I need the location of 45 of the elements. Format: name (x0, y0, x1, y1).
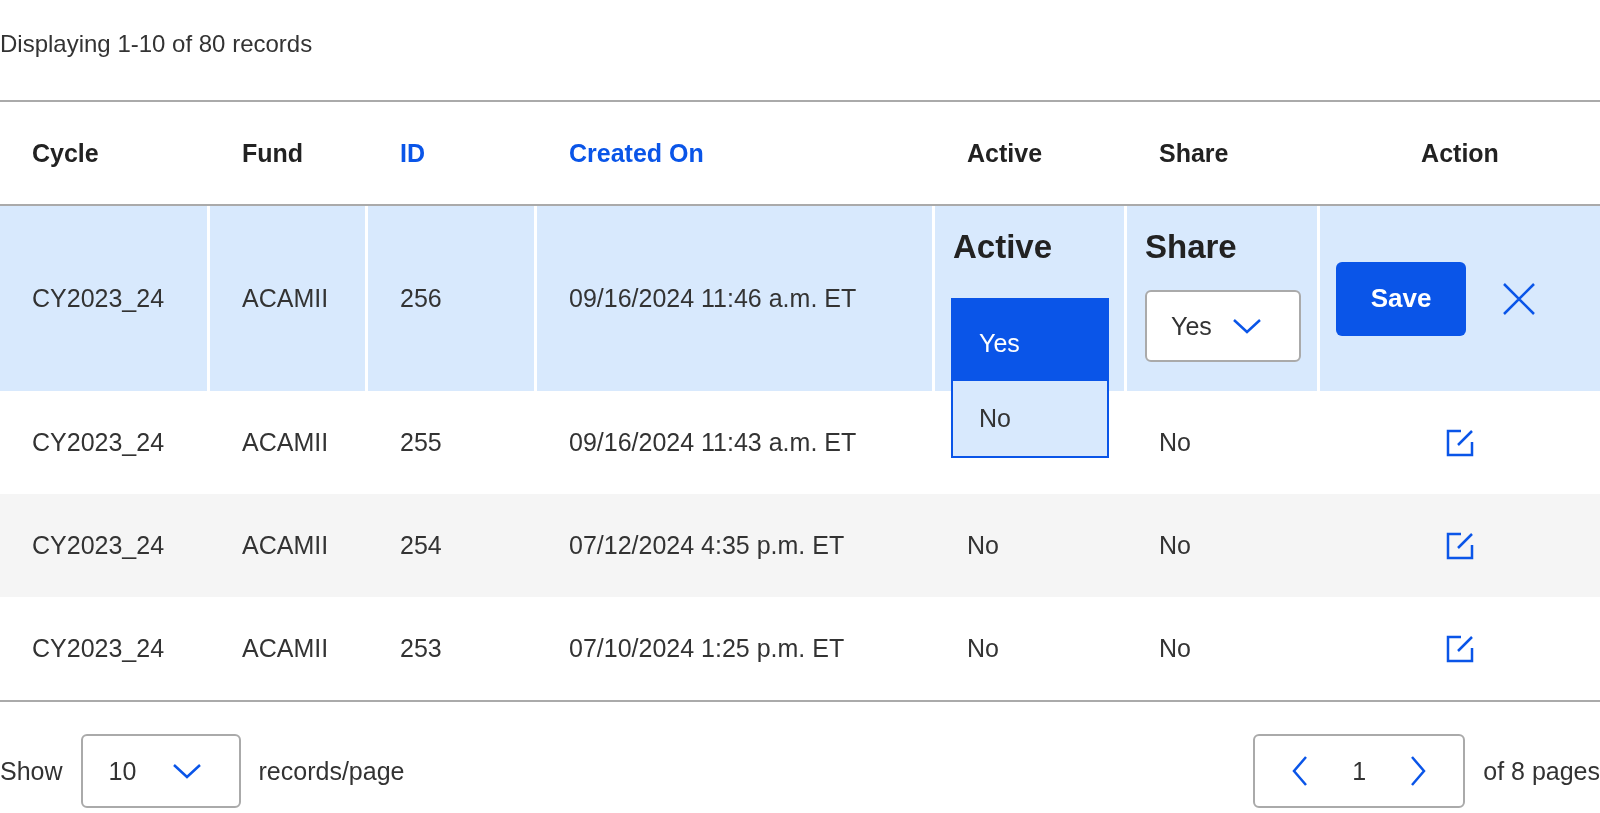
table-cell: No (1159, 634, 1191, 663)
table-cell: ACAMII (242, 428, 329, 457)
column-header: Active (967, 138, 1043, 167)
table-cell: No (967, 531, 999, 560)
table-cell: No (1159, 428, 1191, 457)
table-cell: CY2023_24 (32, 428, 165, 457)
chevron-left-icon[interactable] (1291, 755, 1310, 787)
page-number[interactable]: 1 (1352, 756, 1367, 786)
field-label: Active (953, 228, 1053, 266)
chevron-down-icon (1231, 317, 1262, 335)
column-header: Fund (242, 138, 304, 167)
share-select[interactable]: Yes (1145, 290, 1301, 362)
chevron-down-icon (172, 762, 203, 780)
column-header: Action (1421, 138, 1499, 167)
table-cell: ACAMII (242, 634, 329, 663)
table-cell: 07/10/2024 1:25 p.m. ET (569, 634, 845, 663)
table-cell: No (1159, 531, 1191, 560)
dropdown-option[interactable]: Yes (953, 306, 1107, 381)
records-per-page-label: records/page (258, 756, 405, 786)
dropdown-option[interactable]: No (953, 381, 1107, 456)
column-header: Cycle (32, 138, 99, 167)
column-header-link[interactable]: ID (400, 138, 425, 167)
table-cell: 255 (400, 428, 442, 457)
chevron-right-icon[interactable] (1409, 755, 1428, 787)
save-button[interactable]: Save (1336, 261, 1466, 336)
table-cell: 09/16/2024 11:46 a.m. ET (569, 284, 857, 313)
field-label: Share (1145, 228, 1237, 266)
table-cell: 253 (400, 634, 442, 663)
table-cell: No (967, 634, 999, 663)
close-icon[interactable] (1502, 281, 1536, 316)
table-cell: 09/16/2024 11:43 a.m. ET (569, 428, 857, 457)
table-cell: ACAMII (242, 531, 329, 560)
table-cell: CY2023_24 (32, 634, 165, 663)
table-cell: CY2023_24 (32, 284, 165, 313)
records-summary: Displaying 1-10 of 80 records (0, 29, 314, 59)
table-cell: ACAMII (242, 284, 329, 313)
table-cell: 256 (400, 284, 442, 313)
column-header-link[interactable]: Created On (569, 138, 704, 167)
show-label: Show (0, 756, 63, 786)
page-size-select[interactable]: 10 (80, 734, 241, 808)
table-cell: CY2023_24 (32, 531, 165, 560)
table-cell: 254 (400, 531, 442, 560)
column-header: Share (1159, 138, 1229, 167)
table-cell: 07/12/2024 4:35 p.m. ET (569, 531, 845, 560)
page-count-label: of 8 pages (1483, 756, 1600, 786)
